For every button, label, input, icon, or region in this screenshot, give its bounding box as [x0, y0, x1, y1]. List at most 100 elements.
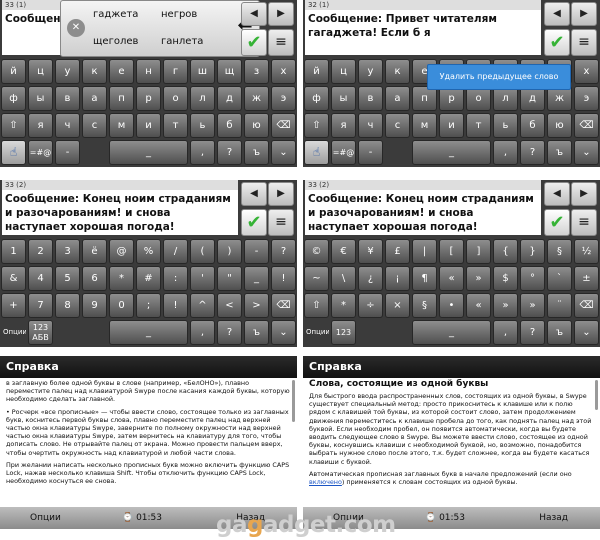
message-text-area[interactable]: Сообщение: Привет читателям гагаджета! Е… [305, 10, 541, 55]
key[interactable]: т [163, 113, 188, 138]
key[interactable]: ° [520, 266, 545, 291]
key[interactable]: 6 [82, 266, 107, 291]
key[interactable]: ] [466, 239, 491, 264]
message-text-area[interactable]: Сообщение: Конец ноим страданиям и разоч… [2, 190, 238, 235]
key[interactable]: я [28, 113, 53, 138]
key[interactable]: в [55, 86, 80, 111]
key[interactable]: ÷ [358, 293, 383, 318]
key[interactable]: « [466, 293, 491, 318]
key[interactable]: ё [82, 239, 107, 264]
key[interactable]: \ [331, 266, 356, 291]
suggestion-word[interactable]: ганлета [161, 36, 203, 47]
key[interactable]: и [136, 113, 161, 138]
key[interactable]: ? [217, 140, 242, 165]
key[interactable]: × [385, 293, 410, 318]
key[interactable]: , [190, 140, 215, 165]
backspace-key[interactable]: ⌫ [271, 113, 296, 138]
key[interactable]: ь [190, 113, 215, 138]
key[interactable]: н [136, 59, 161, 84]
key[interactable]: § [412, 293, 437, 318]
key[interactable]: ш [190, 59, 215, 84]
key[interactable]: £ [385, 239, 410, 264]
message-text-area[interactable]: Сообщение: Конец ноим страданиям и разоч… [305, 190, 541, 235]
arrow-right-button[interactable]: ▶ [571, 182, 597, 206]
key[interactable]: ч [358, 113, 383, 138]
key[interactable]: , [190, 320, 215, 345]
hide-keyboard-key[interactable]: ⌄ [271, 140, 296, 165]
key[interactable]: р [136, 86, 161, 111]
symbol-mode-key[interactable]: =#@ [331, 140, 356, 165]
confirm-check-icon[interactable]: ✔ [544, 29, 570, 56]
confirm-check-icon[interactable]: ✔ [544, 209, 570, 236]
arrow-right-button[interactable]: ▶ [268, 2, 294, 26]
key[interactable]: т [466, 113, 491, 138]
key[interactable]: ! [271, 266, 296, 291]
arrow-left-button[interactable]: ◀ [241, 2, 267, 26]
key[interactable]: у [55, 59, 80, 84]
key[interactable]: [ [439, 239, 464, 264]
key[interactable]: # [136, 266, 161, 291]
key[interactable]: & [1, 266, 26, 291]
key[interactable]: « [439, 266, 464, 291]
key[interactable]: * [331, 293, 356, 318]
scrollbar[interactable] [292, 380, 295, 422]
suggestion-word[interactable]: негров [161, 9, 197, 20]
key[interactable]: 3 [55, 239, 80, 264]
suggestion-word[interactable]: щеголев [93, 36, 138, 47]
key[interactable]: ц [331, 59, 356, 84]
key[interactable]: 7 [28, 293, 53, 318]
key[interactable]: ю [244, 113, 269, 138]
key[interactable]: к [82, 59, 107, 84]
key[interactable]: щ [217, 59, 242, 84]
hide-keyboard-key[interactable]: ⌄ [574, 320, 599, 345]
options-key[interactable]: Опции [304, 320, 329, 345]
key[interactable]: ъ [547, 140, 572, 165]
key[interactable]: 8 [55, 293, 80, 318]
key[interactable]: % [136, 239, 161, 264]
arrow-left-button[interactable]: ◀ [544, 182, 570, 206]
mode-switch-key[interactable]: 123 [331, 320, 356, 345]
key[interactable]: в [358, 86, 383, 111]
menu-icon[interactable]: ≡ [571, 209, 597, 236]
key[interactable]: 9 [82, 293, 107, 318]
key[interactable]: б [520, 113, 545, 138]
key[interactable]: : [163, 266, 188, 291]
key[interactable]: ъ [244, 140, 269, 165]
key[interactable]: ы [28, 86, 53, 111]
backspace-key[interactable]: ⌫ [574, 113, 599, 138]
key[interactable]: й [304, 59, 329, 84]
key[interactable]: / [163, 239, 188, 264]
key[interactable]: э [271, 86, 296, 111]
confirm-check-icon[interactable]: ✔ [241, 209, 267, 236]
key[interactable]: ц [28, 59, 53, 84]
key[interactable]: м [412, 113, 437, 138]
arrow-left-button[interactable]: ◀ [544, 2, 570, 26]
key[interactable]: » [466, 266, 491, 291]
key[interactable]: ж [244, 86, 269, 111]
key[interactable]: а [82, 86, 107, 111]
key[interactable]: з [244, 59, 269, 84]
close-icon[interactable]: ✕ [67, 19, 85, 37]
key[interactable]: © [304, 239, 329, 264]
key[interactable]: ¿ [358, 266, 383, 291]
key[interactable]: , [493, 320, 518, 345]
key[interactable]: ) [217, 239, 242, 264]
key[interactable]: ъ [244, 320, 269, 345]
key[interactable]: * [109, 266, 134, 291]
key[interactable]: п [109, 86, 134, 111]
key[interactable]: ъ [547, 320, 572, 345]
key[interactable]: ( [190, 239, 215, 264]
options-softkey[interactable]: Опции [30, 507, 61, 529]
key[interactable]: ¥ [358, 239, 383, 264]
key[interactable]: ~ [304, 266, 329, 291]
key[interactable]: _ [244, 266, 269, 291]
key[interactable]: ^ [190, 293, 215, 318]
space-key[interactable]: _ [109, 140, 188, 165]
confirm-check-icon[interactable]: ✔ [241, 29, 267, 56]
shift-key[interactable]: ⇧ [1, 113, 26, 138]
key[interactable]: а [385, 86, 410, 111]
key[interactable]: ф [304, 86, 329, 111]
key[interactable]: - [358, 140, 383, 165]
key[interactable]: ы [331, 86, 356, 111]
menu-icon[interactable]: ≡ [268, 29, 294, 56]
